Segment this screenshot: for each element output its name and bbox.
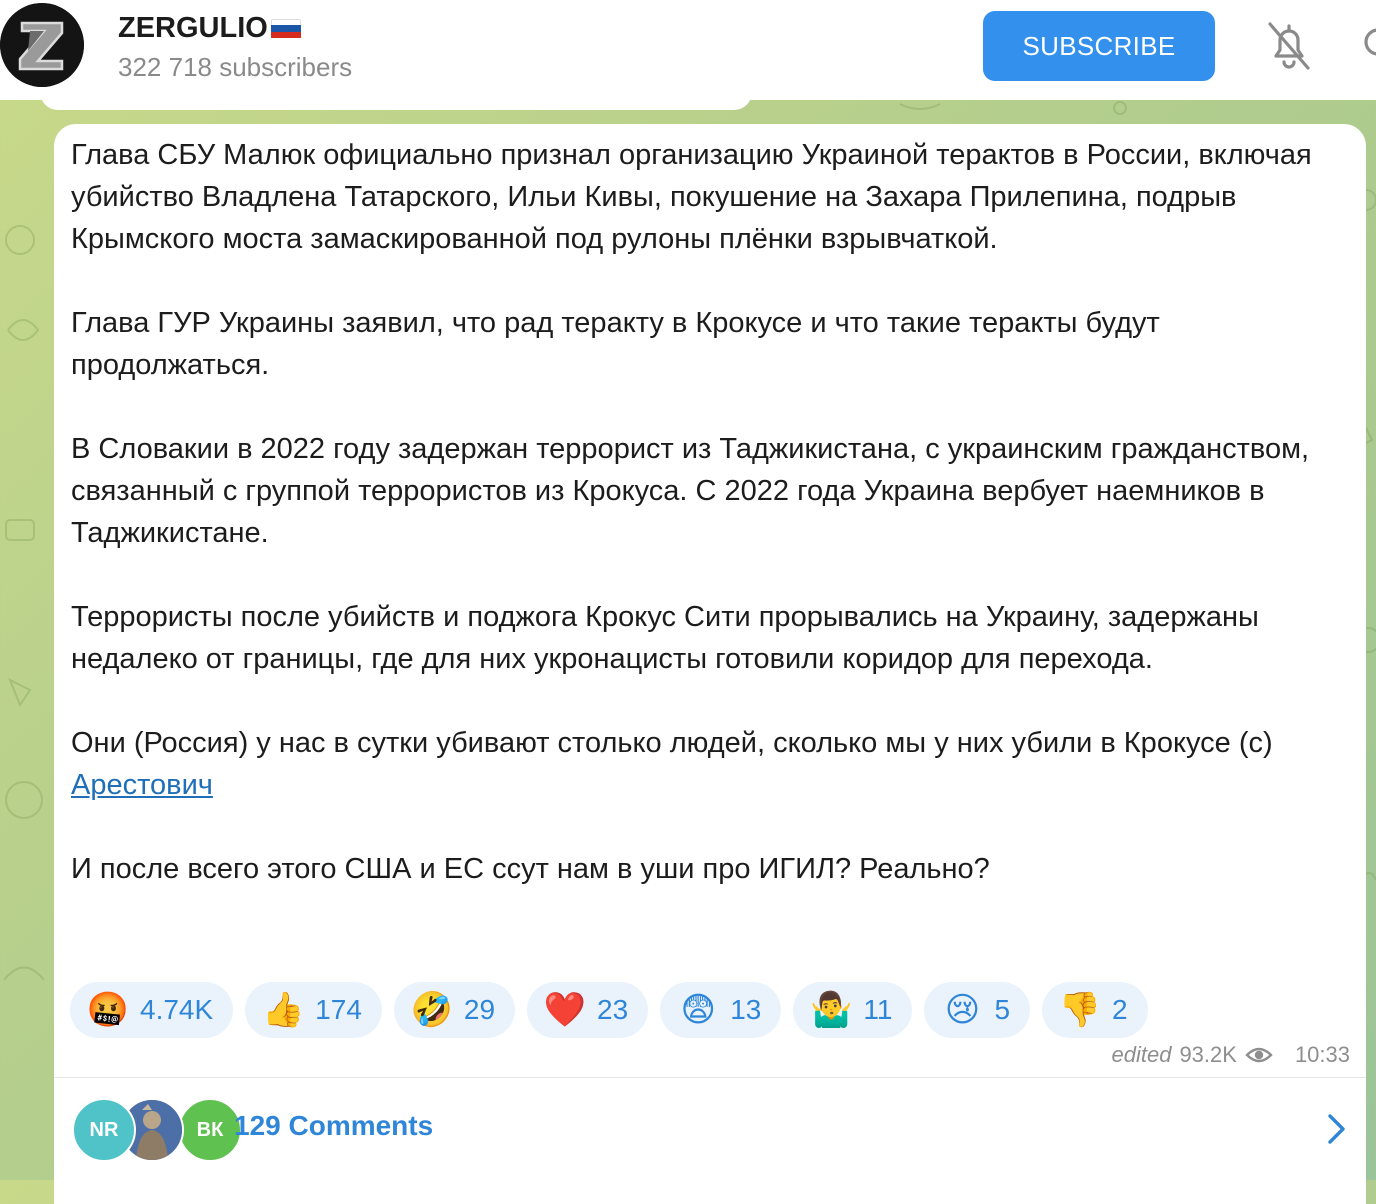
reactions-bar: 🤬 4.74K 👍 174 🤣 29 ❤️ 23 😨 13 🤷‍♂️ 11 😢 …: [70, 982, 1148, 1038]
comments-count-label[interactable]: 129 Comments: [234, 1110, 433, 1142]
channel-name: ZERGULIO: [118, 12, 268, 44]
reaction-thumbs-down[interactable]: 👎 2: [1042, 982, 1148, 1038]
reaction-count: 4.74K: [140, 994, 214, 1025]
shrug-emoji-icon: 🤷‍♂️: [810, 991, 853, 1029]
reaction-count: 13: [730, 994, 762, 1025]
post-paragraph-1: Глава СБУ Малюк официально признал орган…: [71, 139, 1312, 255]
post-paragraph-3: В Словакии в 2022 году задержан террорис…: [71, 433, 1310, 549]
quote-text: Они (Россия) у нас в сутки убивают столь…: [71, 727, 1273, 759]
commenter-initials: ВК: [196, 1118, 224, 1141]
post-paragraph-quote: Они (Россия) у нас в сутки убивают столь…: [71, 722, 1341, 806]
post-paragraph-2: Глава ГУР Украины заявил, что рад теракт…: [71, 307, 1160, 381]
reaction-angry[interactable]: 🤬 4.74K: [70, 982, 234, 1038]
commenter-avatar-3: ВК: [178, 1098, 242, 1162]
reaction-count: 23: [597, 994, 629, 1025]
comments-bar[interactable]: ВК NR 129 Comments: [54, 1078, 1366, 1178]
edited-label: edited: [1111, 1042, 1172, 1067]
search-icon[interactable]: [1358, 22, 1376, 72]
channel-post[interactable]: Глава СБУ Малюк официально признал орган…: [54, 124, 1366, 1204]
channel-title[interactable]: ZERGULIO: [118, 12, 301, 45]
post-meta: edited 93.2K 10:33: [1111, 1042, 1350, 1068]
thumbs-down-emoji-icon: 👎: [1058, 991, 1102, 1029]
commenter-avatar-1: NR: [72, 1098, 136, 1162]
reaction-shrug[interactable]: 🤷‍♂️ 11: [793, 982, 913, 1038]
reaction-count: 11: [863, 994, 893, 1025]
reaction-count: 174: [315, 994, 362, 1025]
reaction-crying[interactable]: 😢 5: [924, 982, 1031, 1038]
russia-flag-icon: [270, 18, 301, 39]
reaction-count: 2: [1112, 994, 1128, 1025]
rofl-emoji-icon: 🤣: [410, 991, 454, 1029]
channel-header: ZERGULIO 322 718 subscribers SUBSCRIBE: [0, 0, 1376, 100]
eye-icon: [1245, 1047, 1273, 1063]
crying-emoji-icon: 😢: [944, 991, 981, 1029]
channel-avatar[interactable]: [0, 3, 84, 87]
chevron-right-icon[interactable]: [1324, 1112, 1348, 1146]
post-text: Глава СБУ Малюк официально признал орган…: [71, 134, 1341, 890]
post-paragraph-closing: И после всего этого США и ЕС ссут нам в …: [71, 853, 990, 885]
reaction-heart[interactable]: ❤️ 23: [527, 982, 649, 1038]
bell-off-icon[interactable]: [1262, 18, 1316, 74]
angry-emoji-icon: 🤬: [86, 991, 130, 1029]
reaction-count: 5: [994, 994, 1011, 1025]
reaction-rofl[interactable]: 🤣 29: [393, 982, 516, 1038]
commenter-initials: NR: [89, 1118, 119, 1141]
subscriber-count: 322 718 subscribers: [118, 52, 353, 82]
post-paragraph-4: Террористы после убийств и поджога Кроку…: [71, 601, 1259, 675]
post-time: 10:33: [1294, 1042, 1350, 1067]
thumbs-up-emoji-icon: 👍: [262, 991, 305, 1029]
heart-emoji-icon: ❤️: [543, 991, 587, 1029]
reaction-count: 29: [463, 994, 496, 1025]
reaction-thumbs-up[interactable]: 👍 174: [245, 982, 382, 1038]
fearful-emoji-icon: 😨: [680, 991, 716, 1029]
subscribe-button[interactable]: SUBSCRIBE: [983, 11, 1215, 81]
view-count: 93.2K: [1179, 1042, 1237, 1067]
arestovich-link[interactable]: Арестович: [71, 769, 213, 801]
reaction-fearful[interactable]: 😨 13: [660, 982, 782, 1038]
z-logo-icon: [0, 3, 84, 87]
